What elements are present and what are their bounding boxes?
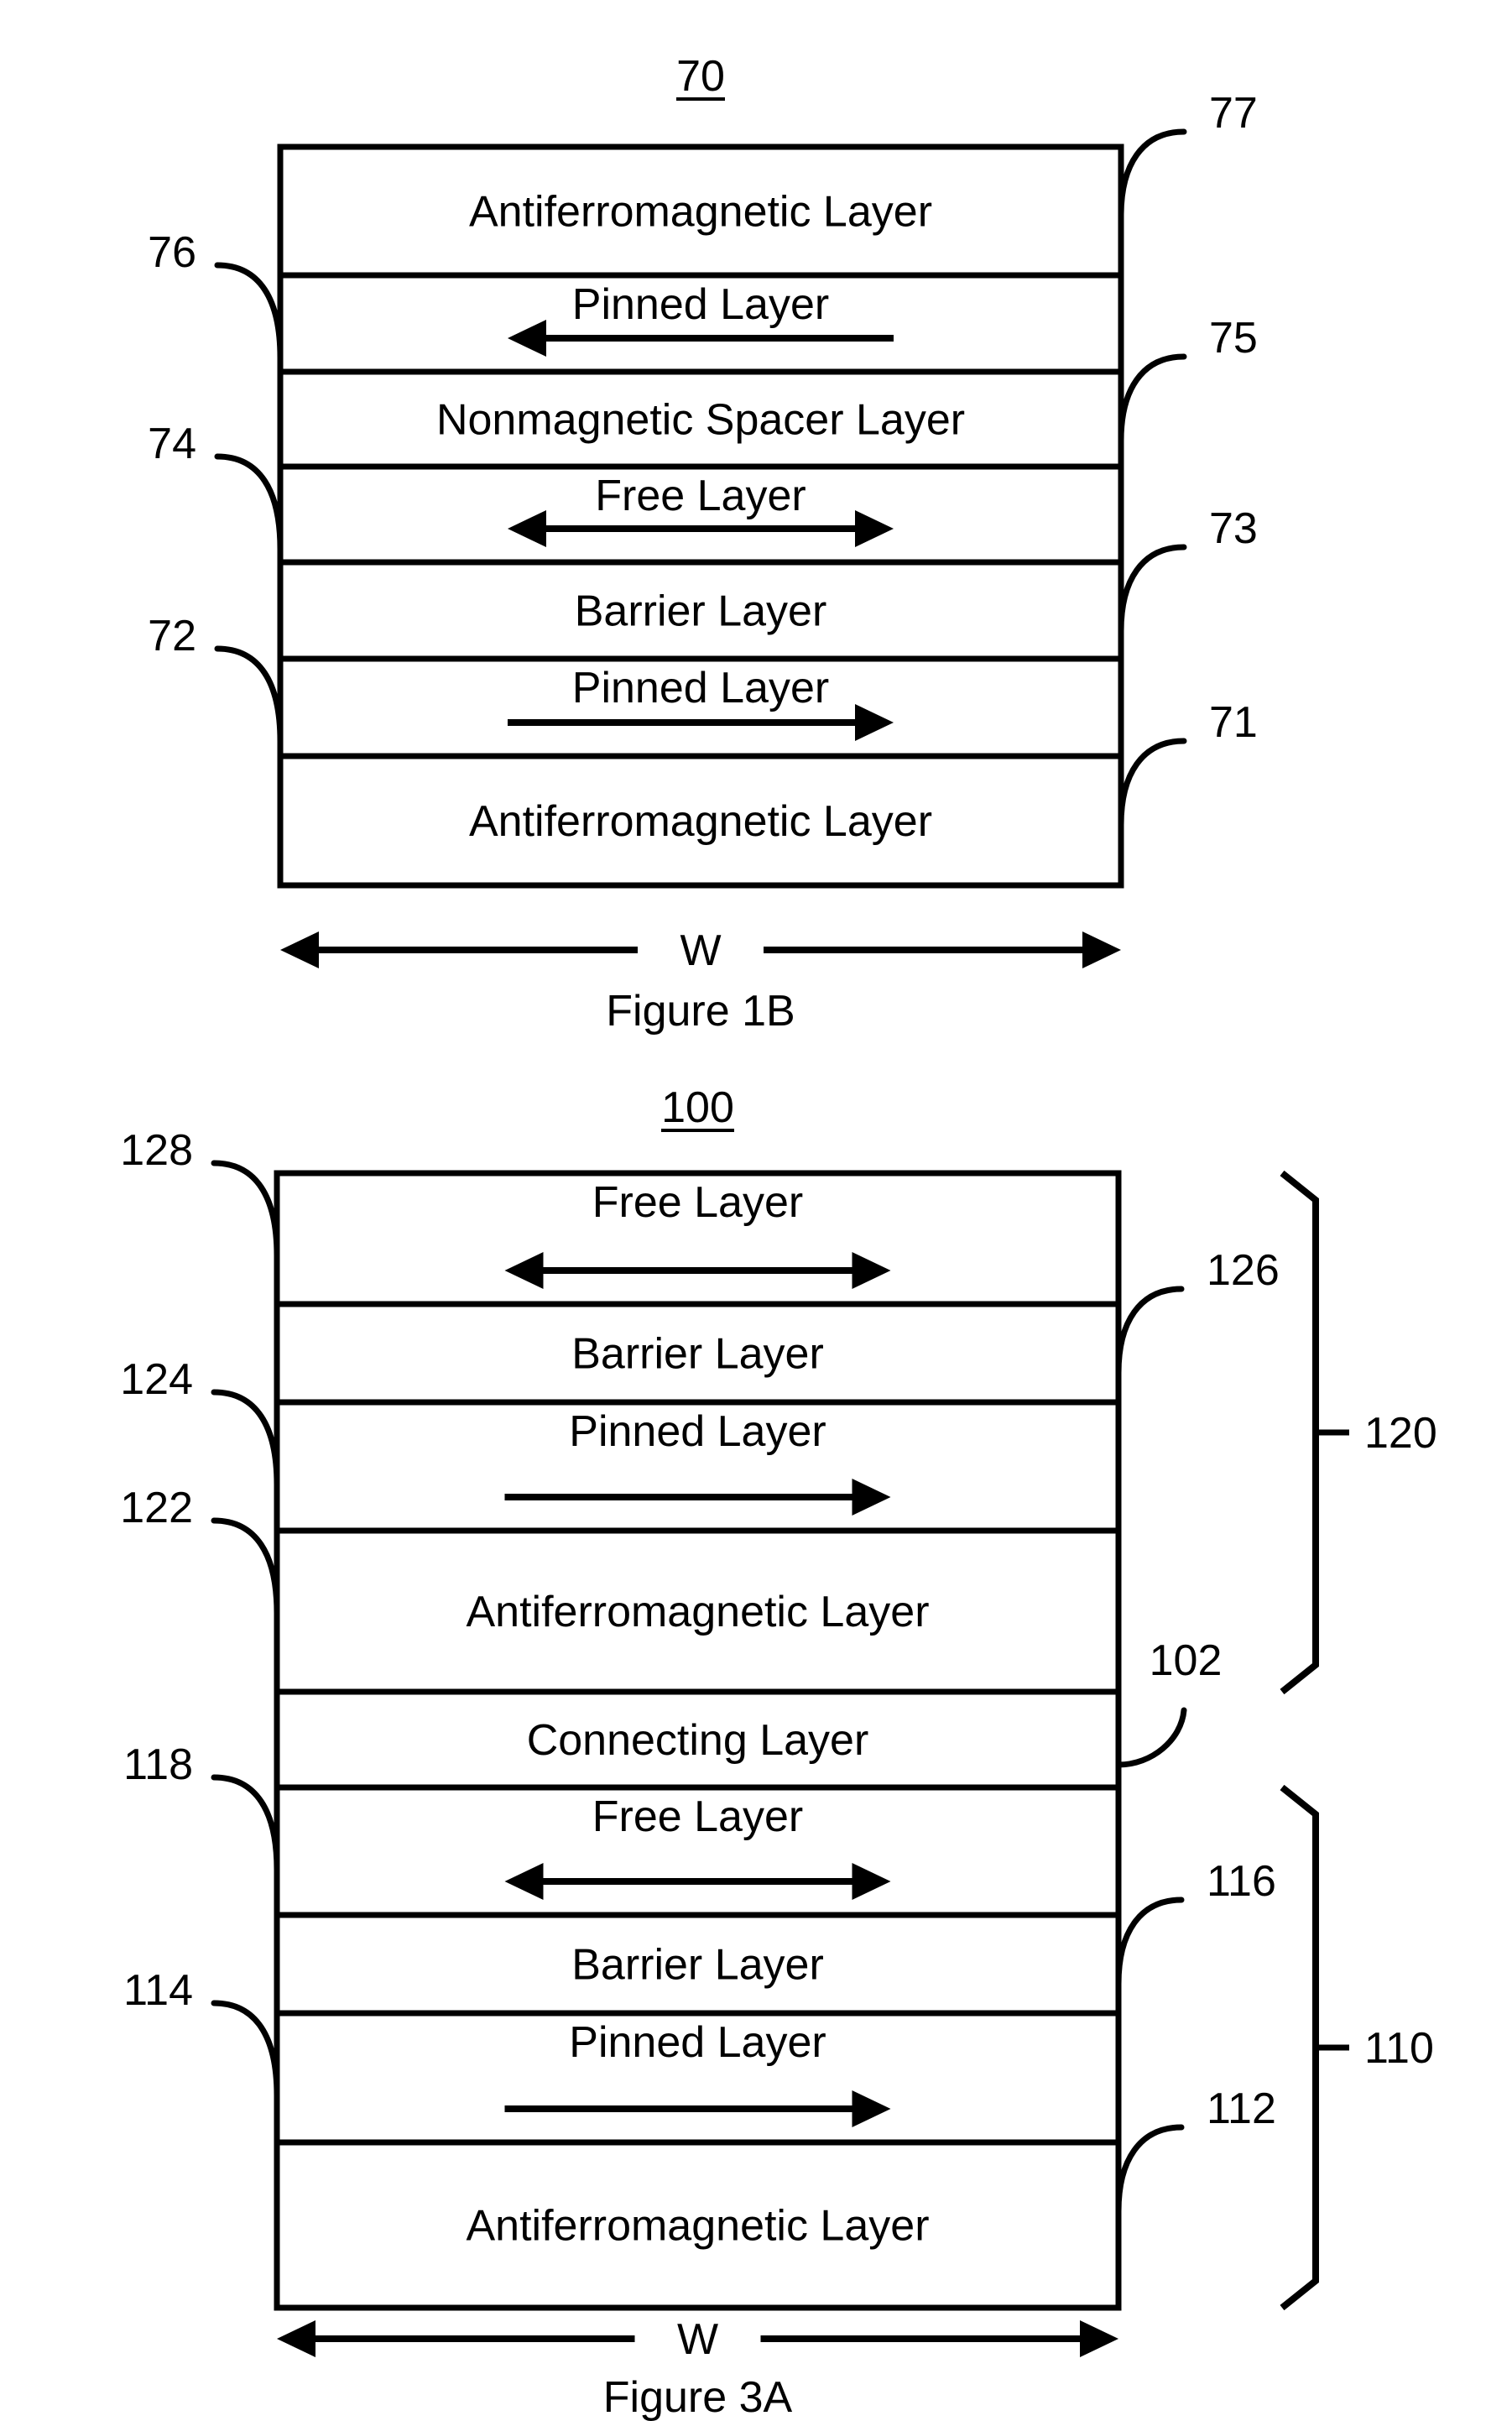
reference-numeral: 71	[1209, 698, 1258, 747]
layer-label: Barrier Layer	[571, 1330, 824, 1379]
group-reference-numeral: 120	[1364, 1409, 1437, 1458]
reference-numeral: 75	[1209, 314, 1258, 363]
layer-label: Pinned Layer	[572, 664, 829, 712]
reference-lead-line	[211, 1160, 280, 1259]
figure-reference-number: 100	[661, 1083, 734, 1132]
layer-label: Antiferromagnetic Layer	[466, 1588, 929, 1636]
reference-lead-line	[214, 453, 284, 552]
width-label: W	[680, 926, 721, 975]
reference-numeral: 114	[123, 1966, 193, 2015]
figure-caption: Figure 1B	[606, 987, 795, 1036]
reference-numeral: 74	[148, 420, 196, 468]
group-bracket-120: 120	[1280, 1170, 1437, 1695]
arrow-right-icon	[1080, 2320, 1118, 2357]
reference-numeral: 122	[120, 1484, 193, 1532]
reference-lead-line	[214, 262, 284, 361]
reference-lead-line	[211, 2000, 280, 2099]
bracket-icon	[1280, 1170, 1319, 1695]
layer-label: Pinned Layer	[572, 280, 829, 329]
layer-label: Free Layer	[592, 1178, 803, 1227]
reference-lead-line	[1118, 128, 1187, 219]
reference-lead-line	[1118, 353, 1187, 444]
layer-label: Free Layer	[592, 1792, 803, 1841]
reference-lead-line	[1115, 2124, 1185, 2215]
layer-label: Pinned Layer	[569, 2018, 826, 2067]
width-dimension: W	[280, 926, 1121, 975]
layer-label: Nonmagnetic Spacer Layer	[436, 396, 965, 445]
reference-numeral: 73	[1209, 504, 1258, 553]
reference-lead-line	[214, 645, 284, 744]
layer-label: Antiferromagnetic Layer	[466, 2202, 929, 2251]
reference-lead-line	[211, 1389, 280, 1488]
reference-numeral: 118	[123, 1740, 193, 1789]
reference-numeral: 112	[1207, 2084, 1276, 2133]
layer-label: Pinned Layer	[569, 1407, 826, 1456]
group-reference-numeral: 110	[1364, 2024, 1434, 2073]
reference-numeral: 77	[1209, 89, 1258, 138]
reference-lead-line	[1118, 738, 1187, 828]
arrow-left-icon	[280, 931, 319, 968]
reference-numeral: 76	[148, 228, 196, 277]
reference-lead-line	[1115, 1897, 1185, 1987]
reference-numeral: 72	[148, 612, 196, 660]
layer-label: Antiferromagnetic Layer	[469, 188, 932, 237]
reference-lead-line	[211, 1774, 280, 1873]
reference-numeral: 126	[1207, 1246, 1280, 1295]
reference-lead-line	[1115, 1707, 1187, 1768]
figure-100: 100 Free Layer 128 Barrier Layer 126 Pinned L…	[120, 1083, 1437, 2421]
width-label: W	[677, 2315, 718, 2364]
width-dimension: W	[277, 2315, 1118, 2364]
figure-reference-number: 70	[676, 52, 725, 101]
reference-lead-line	[1118, 544, 1187, 634]
reference-lead-line	[1115, 1286, 1185, 1376]
layer-label: Antiferromagnetic Layer	[469, 797, 932, 846]
reference-numeral: 128	[120, 1126, 193, 1175]
group-bracket-110: 110	[1280, 1784, 1434, 2311]
reference-lead-line	[211, 1517, 280, 1616]
layer-label: Barrier Layer	[571, 1941, 824, 1990]
arrow-right-icon	[1082, 931, 1121, 968]
reference-numeral: 102	[1150, 1636, 1223, 1685]
patent-drawing: 70 Antiferromagnetic Layer 77 Pinned Layer 7…	[120, 52, 1437, 2421]
layer-label: Barrier Layer	[575, 587, 827, 636]
layer-label: Connecting Layer	[527, 1716, 869, 1765]
figure-caption: Figure 3A	[603, 2373, 793, 2421]
layer-label: Free Layer	[595, 472, 806, 520]
reference-numeral: 116	[1207, 1857, 1276, 1906]
figure-70: 70 Antiferromagnetic Layer 77 Pinned Layer 7…	[148, 52, 1258, 1036]
arrow-left-icon	[277, 2320, 315, 2357]
bracket-icon	[1280, 1784, 1319, 2311]
reference-numeral: 124	[120, 1355, 193, 1404]
